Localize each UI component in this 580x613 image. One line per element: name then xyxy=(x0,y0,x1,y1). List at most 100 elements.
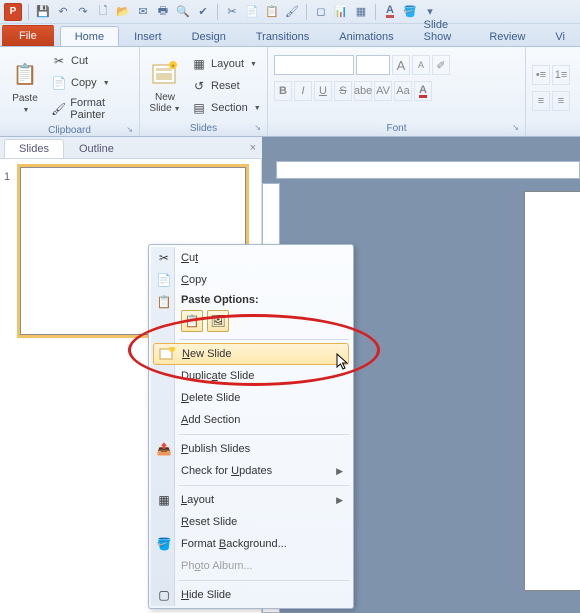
menu-new-slide[interactable]: New Slide xyxy=(153,343,349,365)
menu-duplicate-slide-label: Duplicate Slide xyxy=(181,370,254,382)
tab-review[interactable]: Review xyxy=(474,26,540,46)
new-icon[interactable]: 🗋 xyxy=(95,4,111,20)
tab-transitions[interactable]: Transitions xyxy=(241,26,324,46)
quick-print-icon[interactable]: 🖶 xyxy=(155,4,171,20)
paste-option-picture[interactable]: 🖼 xyxy=(207,310,229,332)
tab-slideshow[interactable]: Slide Show xyxy=(409,14,475,46)
powerpoint-app-icon: P xyxy=(4,3,22,21)
context-menu: ✂ Cut 📄 Copy 📋 Paste Options: 📋 🖼 New Sl… xyxy=(148,244,354,609)
slide-canvas[interactable] xyxy=(524,191,580,591)
new-slide-button[interactable]: ✶ New Slide▼ xyxy=(146,51,184,121)
menu-copy-label: Copy xyxy=(181,274,207,286)
tab-file[interactable]: File xyxy=(2,25,54,46)
char-spacing-button[interactable]: AV xyxy=(374,81,392,101)
shrink-font-button[interactable]: A xyxy=(412,55,430,75)
undo-icon[interactable]: ↶ xyxy=(55,4,71,20)
menu-publish-slides[interactable]: 📤 Publish Slides xyxy=(151,438,351,460)
reset-button[interactable]: ↺Reset xyxy=(188,76,264,96)
redo-icon[interactable]: ↷ xyxy=(75,4,91,20)
font-name-combo[interactable] xyxy=(274,55,354,75)
paste-option-destination-theme[interactable]: 📋 xyxy=(181,310,203,332)
strikethrough-button[interactable]: S xyxy=(334,81,352,101)
tab-insert[interactable]: Insert xyxy=(119,26,177,46)
menu-check-updates[interactable]: Check for Updates ▶ xyxy=(151,460,351,482)
menu-paste-options-header: 📋 Paste Options: xyxy=(151,291,351,308)
spelling-icon[interactable]: ✔ xyxy=(195,4,211,20)
menu-layout[interactable]: ▦ Layout ▶ xyxy=(151,489,351,511)
menu-duplicate-slide[interactable]: Duplicate Slide xyxy=(151,365,351,387)
group-slides: ✶ New Slide▼ ▦Layout▼ ↺Reset ▤Section▼ S… xyxy=(140,47,268,136)
menu-hide-slide[interactable]: ▢ Hide Slide xyxy=(151,584,351,606)
tab-view-partial[interactable]: Vi xyxy=(540,26,580,46)
format-painter-icon[interactable]: 🖌 xyxy=(284,4,300,20)
open-icon[interactable]: 📂 xyxy=(115,4,131,20)
menu-reset-slide[interactable]: Reset Slide xyxy=(151,511,351,533)
quick-access-toolbar: P 💾 ↶ ↷ 🗋 📂 ✉ 🖶 🔍 ✔ ✂ 📄 📋 🖌 ◻ 📊 ▦ A 🪣 ▾ xyxy=(0,0,580,24)
menu-separator xyxy=(179,485,349,486)
layout-button[interactable]: ▦Layout▼ xyxy=(188,54,264,74)
cut-button[interactable]: ✂ Cut xyxy=(48,51,133,71)
menu-delete-slide-label: Delete Slide xyxy=(181,392,240,404)
group-font: A A ✐ B I U S abe AV Aa A Font xyxy=(268,47,526,136)
qat-more-icon[interactable]: ▾ xyxy=(422,4,438,20)
tab-animations[interactable]: Animations xyxy=(324,26,408,46)
paste-button[interactable]: 📋 Paste▼ xyxy=(6,51,44,123)
font-size-combo[interactable] xyxy=(356,55,390,75)
chevron-down-icon: ▼ xyxy=(103,80,110,87)
menu-add-section[interactable]: Add Section xyxy=(151,409,351,431)
format-painter-icon: 🖌 xyxy=(51,101,66,117)
chevron-down-icon: ▼ xyxy=(23,107,30,114)
menu-copy[interactable]: 📄 Copy xyxy=(151,269,351,291)
menu-cut[interactable]: ✂ Cut xyxy=(151,247,351,269)
menu-delete-slide[interactable]: Delete Slide xyxy=(151,387,351,409)
bold-button[interactable]: B xyxy=(274,81,292,101)
font-color-button[interactable]: A xyxy=(414,81,432,101)
align-left-button[interactable]: ≡ xyxy=(532,91,550,111)
grow-font-button[interactable]: A xyxy=(392,55,410,75)
cut-label: Cut xyxy=(71,55,88,67)
submenu-arrow-icon: ▶ xyxy=(336,466,343,477)
hide-slide-icon: ▢ xyxy=(155,586,173,604)
cut-icon: ✂ xyxy=(51,53,67,69)
separator xyxy=(28,4,29,20)
section-button[interactable]: ▤Section▼ xyxy=(188,98,264,118)
menu-photo-album: Photo Album... xyxy=(151,555,351,577)
copy-icon[interactable]: 📄 xyxy=(244,4,260,20)
italic-button[interactable]: I xyxy=(294,81,312,101)
font-color-icon[interactable]: A xyxy=(382,4,398,20)
align-center-button[interactable]: ≡ xyxy=(552,91,570,111)
change-case-button[interactable]: Aa xyxy=(394,81,412,101)
cut-icon[interactable]: ✂ xyxy=(224,4,240,20)
email-icon[interactable]: ✉ xyxy=(135,4,151,20)
menu-publish-slides-label: Publish Slides xyxy=(181,443,250,455)
text-shadow-button[interactable]: abe xyxy=(354,81,372,101)
menu-format-background[interactable]: 🪣 Format Background... xyxy=(151,533,351,555)
menu-reset-slide-label: Reset Slide xyxy=(181,516,237,528)
copy-button[interactable]: 📄Copy▼ xyxy=(48,73,133,93)
save-icon[interactable]: 💾 xyxy=(35,4,51,20)
fill-color-icon[interactable]: 🪣 xyxy=(402,4,418,20)
chart-icon[interactable]: 📊 xyxy=(333,4,349,20)
left-tab-slides[interactable]: Slides xyxy=(4,139,64,158)
chevron-down-icon: ▼ xyxy=(174,106,181,113)
ribbon-tabs: File Home Insert Design Transitions Anim… xyxy=(0,24,580,47)
bullets-button[interactable]: •≡ xyxy=(532,65,550,85)
new-slide-label: New Slide xyxy=(149,92,175,114)
numbering-button[interactable]: 1≡ xyxy=(552,65,570,85)
shapes-icon[interactable]: ◻ xyxy=(313,4,329,20)
tab-design[interactable]: Design xyxy=(177,26,241,46)
separator xyxy=(217,4,218,20)
new-slide-icon xyxy=(158,345,176,363)
print-preview-icon[interactable]: 🔍 xyxy=(175,4,191,20)
underline-button[interactable]: U xyxy=(314,81,332,101)
tab-home[interactable]: Home xyxy=(60,26,119,46)
reset-label: Reset xyxy=(211,80,240,92)
format-background-icon: 🪣 xyxy=(155,535,173,553)
clear-formatting-button[interactable]: ✐ xyxy=(432,55,450,75)
separator xyxy=(375,4,376,20)
close-pane-icon[interactable]: × xyxy=(250,142,256,154)
table-icon[interactable]: ▦ xyxy=(353,4,369,20)
paste-icon[interactable]: 📋 xyxy=(264,4,280,20)
format-painter-button[interactable]: 🖌Format Painter xyxy=(48,95,133,123)
left-tab-outline[interactable]: Outline xyxy=(64,139,129,158)
